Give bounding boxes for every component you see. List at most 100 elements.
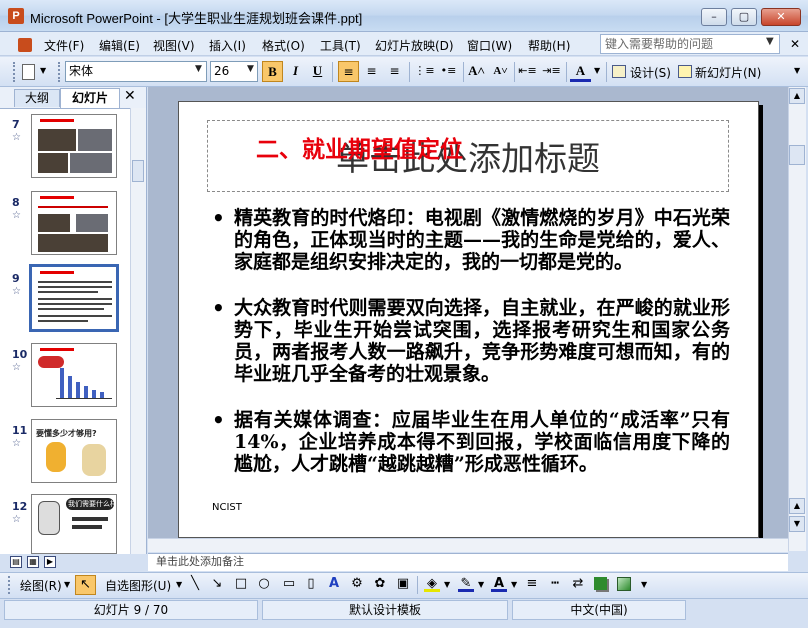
tab-outline[interactable]: 大纲 [14,89,60,107]
bold-button[interactable]: B [262,61,283,82]
rectangle-icon[interactable]: □ [233,576,249,592]
slide-thumbnail-9[interactable] [29,264,119,332]
oval-icon[interactable]: ○ [256,576,272,592]
shadow-style-icon[interactable] [594,577,607,590]
menu-format[interactable]: 格式(O) [262,37,305,54]
scroll-up-icon[interactable]: ▲ [789,88,805,104]
menu-file[interactable]: 文件(F) [44,37,84,54]
thumb-photo [38,129,76,151]
prev-slide-icon[interactable]: ▲ [789,498,805,514]
picture-icon[interactable]: ▣ [395,576,411,592]
powerpoint-icon[interactable]: P [8,8,24,24]
autoshapes-button[interactable]: 自选图形(U) [105,577,171,594]
design-icon[interactable] [612,65,626,78]
line-style-icon[interactable]: ≡ [524,576,540,592]
chevron-down-icon[interactable]: ▼ [195,64,202,74]
3d-style-icon[interactable] [617,577,631,591]
vertical-textbox-icon[interactable]: ▯ [303,576,319,592]
toolbar-grip[interactable] [58,62,61,82]
decrease-indent-icon[interactable]: ⇤≡ [517,61,538,82]
thumb-badge [38,356,64,368]
menu-view[interactable]: 视图(V) [153,37,195,54]
chevron-down-icon[interactable]: ▼ [478,580,484,589]
chevron-down-icon[interactable]: ▼ [766,36,774,47]
underline-button[interactable]: U [307,61,328,82]
bullet-text-1[interactable]: 精英教育的时代烙印：电视剧《激情燃烧的岁月》中石光荣的角色，正体现当时的主题——… [234,207,730,273]
bullet-text-2[interactable]: 大众教育时代则需要双向选择，自主就业，在严峻的就业形势下，毕业生开始尝试突围，选… [234,297,730,385]
tab-slides[interactable]: 幻灯片 [60,88,120,108]
diagram-icon[interactable]: ⚙ [349,576,365,592]
chevron-down-icon[interactable]: ▼ [247,64,254,74]
toolbar-grip[interactable] [8,576,11,594]
chevron-down-icon[interactable]: ▼ [40,66,46,75]
arrow-style-icon[interactable]: ⇄ [570,576,586,592]
line-color-icon[interactable]: ✎ [458,576,474,592]
slide-thumbnail-11[interactable]: 要懂多少才够用? [31,419,117,483]
new-doc-icon[interactable] [22,64,35,80]
wordart-icon[interactable]: A [326,576,342,592]
normal-view-icon[interactable]: ▤ [10,556,22,568]
close-doc-icon[interactable]: ✕ [790,37,800,51]
select-objects-icon[interactable]: ↖ [75,575,96,595]
bullet-text-3[interactable]: 据有关媒体调查：应届毕业生在用人单位的“成活率”只有14%，企业培养成本得不到回… [234,409,730,475]
new-slide-button[interactable]: 新幻灯片(N) [695,64,761,81]
increase-font-icon[interactable]: A˄ [466,61,487,82]
fill-color-icon[interactable]: ◈ [424,576,440,592]
increase-indent-icon[interactable]: ⇥≡ [541,61,562,82]
menu-edit[interactable]: 编辑(E) [99,37,140,54]
scrollbar-thumb[interactable] [132,160,144,182]
animation-star-icon: ☆ [12,210,21,221]
align-left-icon[interactable]: ≡ [338,61,359,82]
italic-button[interactable]: I [285,61,306,82]
separator [606,62,607,82]
notes-pane[interactable]: 单击此处添加备注 [148,553,788,571]
new-slide-icon[interactable] [678,65,692,78]
textbox-icon[interactable]: ▭ [281,576,297,592]
menu-tools[interactable]: 工具(T) [320,37,361,54]
menu-window[interactable]: 窗口(W) [467,37,512,54]
toolbar-grip[interactable] [13,62,16,82]
scrollbar-thumb[interactable] [789,145,805,165]
design-button[interactable]: 设计(S) [630,64,671,81]
chevron-down-icon[interactable]: ▼ [64,580,70,589]
numbering-icon[interactable]: ⋮≡ [414,61,435,82]
chevron-down-icon[interactable]: ▼ [444,580,450,589]
slide-thumbnail-10[interactable] [31,343,117,407]
doc-icon[interactable] [18,38,32,52]
slide-thumbnail-12[interactable]: 我们需要什么样? [31,494,117,554]
close-button[interactable]: ✕ [761,8,801,26]
slide-heading[interactable]: 二、就业期望值定位 [256,130,463,164]
slide-thumbnail-8[interactable] [31,191,117,255]
chevron-down-icon[interactable]: ▼ [511,580,517,589]
sorter-view-icon[interactable]: ▦ [27,556,39,568]
maximize-button[interactable]: ▢ [731,8,757,26]
font-name-combo[interactable]: 宋体 [65,61,207,82]
dash-style-icon[interactable]: ┅ [547,576,563,592]
horizontal-scrollbar[interactable] [148,538,788,552]
chevron-down-icon[interactable]: ▼ [594,66,600,75]
chevron-down-icon[interactable]: ▼ [176,580,182,589]
separator [463,62,464,82]
menu-slideshow[interactable]: 幻灯片放映(D) [375,37,454,54]
align-right-icon[interactable]: ≡ [384,61,405,82]
thumb-title: 我们需要什么样? [68,500,117,508]
menu-help[interactable]: 帮助(H) [528,37,570,54]
font-color-icon[interactable]: A [570,61,591,82]
draw-menu-button[interactable]: 绘图(R) [20,577,62,594]
toolbar-options-icon[interactable]: ▼ [794,66,800,75]
help-search-input[interactable]: 键入需要帮助的问题 [600,34,780,54]
font-color-icon[interactable]: A [491,576,507,592]
clipart-icon[interactable]: ✿ [372,576,388,592]
menu-insert[interactable]: 插入(I) [209,37,246,54]
slide-thumbnail-7[interactable] [31,114,117,178]
minimize-button[interactable]: – [701,8,727,26]
next-slide-icon[interactable]: ▼ [789,516,805,532]
slideshow-view-icon[interactable]: ▶ [44,556,56,568]
decrease-font-icon[interactable]: A˅ [490,61,511,82]
close-icon[interactable]: ✕ [124,88,136,104]
toolbar-options-icon[interactable]: ▼ [641,580,647,589]
align-center-icon[interactable]: ≡ [361,61,382,82]
line-icon[interactable]: ╲ [187,576,203,592]
bullets-icon[interactable]: •≡ [438,61,459,82]
arrow-icon[interactable]: ↘ [209,576,225,592]
